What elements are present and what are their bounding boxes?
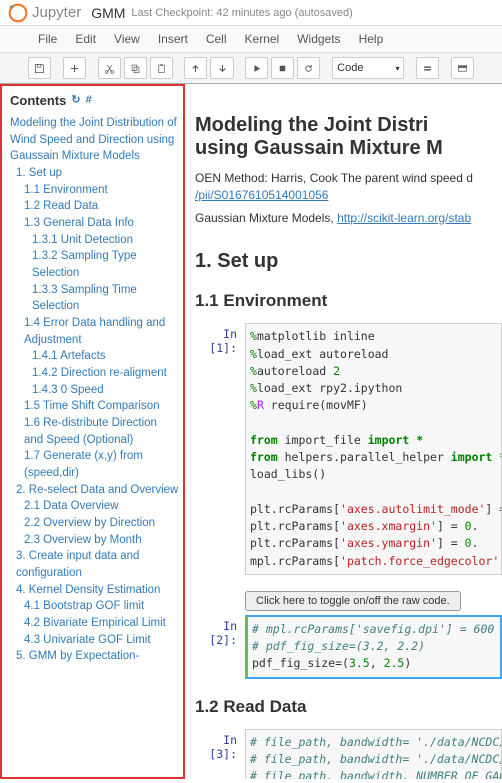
notebook-content[interactable]: Modeling the Joint Distriusing Gaussain …	[185, 84, 502, 779]
command-palette-button[interactable]	[416, 57, 439, 79]
toc-link[interactable]: Modeling the Joint Distribution of Wind …	[10, 115, 179, 165]
toc-title: Contents ↻ #	[10, 92, 179, 115]
toc-link[interactable]: 4.3 Univariate GOF Limit	[10, 632, 179, 649]
intro-paragraph-1: OEN Method: Harris, Cook The parent wind…	[195, 170, 502, 204]
cut-button[interactable]	[98, 57, 121, 79]
header: Jupyter GMM Last Checkpoint: 42 minutes …	[0, 0, 502, 26]
jupyter-logo[interactable]: Jupyter	[8, 3, 81, 23]
code-input[interactable]: # mpl.rcParams['savefig.dpi'] = 600 # pd…	[245, 615, 502, 679]
run-button[interactable]	[245, 57, 268, 79]
toc-link[interactable]: 1.1 Environment	[10, 182, 179, 199]
celltoolbar-button[interactable]	[451, 57, 474, 79]
page-title: Modeling the Joint Distriusing Gaussain …	[195, 114, 502, 160]
code-cell-3[interactable]: In [3]: # file_path, bandwidth= './data/…	[189, 729, 502, 779]
code-cell-1[interactable]: In [1]: %matplotlib inline %load_ext aut…	[189, 323, 502, 575]
move-up-button[interactable]	[184, 57, 207, 79]
section-1-2-heading: 1.2 Read Data	[195, 697, 502, 717]
toc-link[interactable]: 1.3 General Data Info	[10, 215, 179, 232]
notebook-name[interactable]: GMM	[91, 5, 125, 21]
toc-link[interactable]: 5. GMM by Expectation-	[10, 648, 179, 665]
logo-text: Jupyter	[32, 4, 81, 21]
toc-panel: Contents ↻ # Modeling the Joint Distribu…	[0, 84, 185, 779]
toc-link[interactable]: 2. Re-select Data and Overview	[10, 482, 179, 499]
toc-link[interactable]: 1.3.1 Unit Detection	[10, 232, 179, 249]
toolbar: Code	[0, 53, 502, 84]
code-input[interactable]: # file_path, bandwidth= './data/NCDC/eur…	[245, 729, 502, 779]
toc-scroll[interactable]: Contents ↻ # Modeling the Joint Distribu…	[2, 86, 183, 777]
toc-link[interactable]: 4.2 Bivariate Empirical Limit	[10, 615, 179, 632]
toc-link[interactable]: 2.1 Data Overview	[10, 498, 179, 515]
restart-button[interactable]	[297, 57, 320, 79]
toc-link[interactable]: 1.6 Re-distribute Direction and Speed (O…	[10, 415, 179, 448]
toc-link[interactable]: 1.4.2 Direction re-aligment	[10, 365, 179, 382]
sklearn-link[interactable]: http://scikit-learn.org/stab	[337, 211, 471, 225]
toc-link[interactable]: 1.5 Time Shift Comparison	[10, 398, 179, 415]
copy-button[interactable]	[124, 57, 147, 79]
numbering-icon[interactable]: #	[86, 93, 92, 109]
menu-cell[interactable]: Cell	[206, 32, 227, 46]
main-area: Contents ↻ # Modeling the Joint Distribu…	[0, 84, 502, 779]
toc-link[interactable]: 1. Set up	[10, 165, 179, 182]
code-cell-2[interactable]: In [2]: # mpl.rcParams['savefig.dpi'] = …	[189, 615, 502, 679]
checkpoint-text: Last Checkpoint: 42 minutes ago (autosav…	[131, 7, 352, 19]
menu-view[interactable]: View	[114, 32, 140, 46]
toc-link[interactable]: 3. Create input data and configuration	[10, 548, 179, 581]
menu-file[interactable]: File	[38, 32, 57, 46]
toc-link[interactable]: 1.4 Error Data handling and Adjustment	[10, 315, 179, 348]
toc-link[interactable]: 4. Kernel Density Estimation	[10, 582, 179, 599]
celltype-select[interactable]: Code	[332, 57, 404, 79]
menu-kernel[interactable]: Kernel	[245, 32, 280, 46]
toc-link[interactable]: 1.3.3 Sampling Time Selection	[10, 282, 179, 315]
toc-link[interactable]: 1.7 Generate (x,y) from (speed,dir)	[10, 448, 179, 481]
code-input[interactable]: %matplotlib inline %load_ext autoreload …	[245, 323, 502, 575]
toc-link[interactable]: 2.3 Overview by Month	[10, 532, 179, 549]
add-cell-button[interactable]	[63, 57, 86, 79]
intro-paragraph-2: Gaussian Mixture Models, http://scikit-l…	[195, 210, 502, 227]
toc-link[interactable]: 1.3.2 Sampling Type Selection	[10, 248, 179, 281]
toc-link[interactable]: 1.4.3 0 Speed	[10, 382, 179, 399]
toc-link[interactable]: 2.2 Overview by Direction	[10, 515, 179, 532]
toc-link[interactable]: 1.2 Read Data	[10, 198, 179, 215]
toc-link[interactable]: 4.1 Bootstrap GOF limit	[10, 598, 179, 615]
menu-help[interactable]: Help	[359, 32, 384, 46]
toggle-raw-code-button[interactable]: Click here to toggle on/off the raw code…	[245, 591, 461, 611]
toc-link[interactable]: 1.4.1 Artefacts	[10, 348, 179, 365]
move-down-button[interactable]	[210, 57, 233, 79]
menu-insert[interactable]: Insert	[158, 32, 188, 46]
stop-button[interactable]	[271, 57, 294, 79]
menu-widgets[interactable]: Widgets	[297, 32, 340, 46]
save-button[interactable]	[28, 57, 51, 79]
paste-button[interactable]	[150, 57, 173, 79]
prompt: In [1]:	[189, 323, 245, 575]
menu-edit[interactable]: Edit	[75, 32, 96, 46]
section-1-heading: 1. Set up	[195, 250, 502, 273]
prompt: In [2]:	[189, 615, 245, 679]
refresh-icon[interactable]: ↻	[71, 93, 80, 109]
menubar: File Edit View Insert Cell Kernel Widgets Help	[0, 26, 502, 53]
prompt: In [3]:	[189, 729, 245, 779]
section-1-1-heading: 1.1 Environment	[195, 291, 502, 311]
doi-link[interactable]: /pii/S0167610514001056	[195, 188, 328, 202]
